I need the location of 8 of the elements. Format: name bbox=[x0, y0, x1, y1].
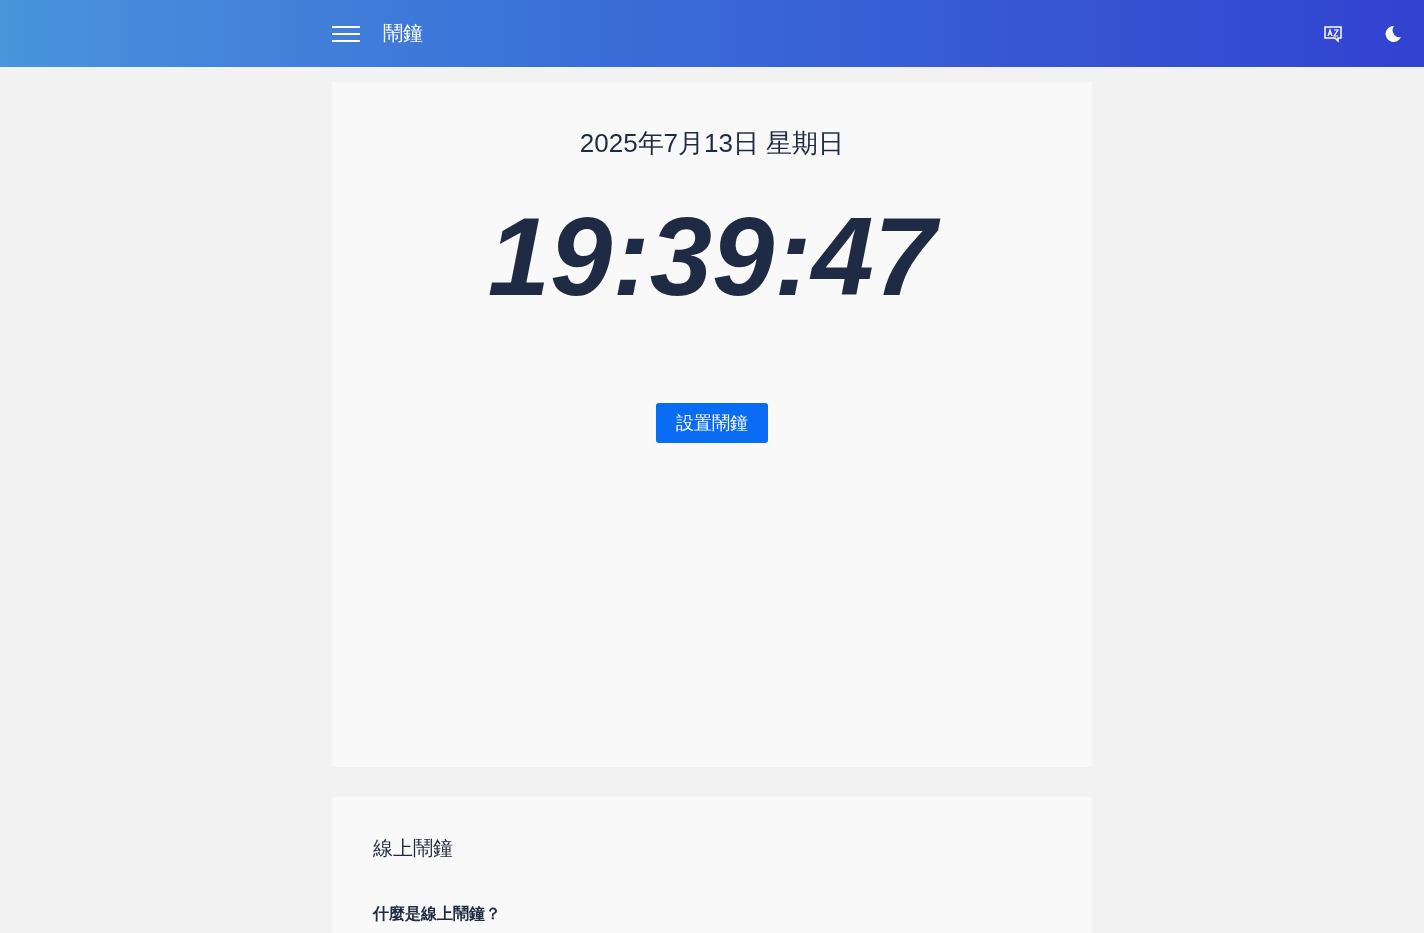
section-heading: 什麼是線上鬧鐘？ bbox=[373, 904, 502, 925]
date-text: 2025年7月13日 星期日 bbox=[579, 127, 845, 160]
set-alarm-button[interactable]: 設置鬧鐘 bbox=[656, 403, 768, 443]
menu-icon[interactable] bbox=[332, 24, 360, 43]
translate-icon[interactable] bbox=[1324, 24, 1342, 43]
page-title: 鬧鐘 bbox=[383, 20, 423, 47]
section-title: 線上鬧鐘 bbox=[373, 835, 454, 862]
moon-icon[interactable] bbox=[1384, 24, 1402, 43]
